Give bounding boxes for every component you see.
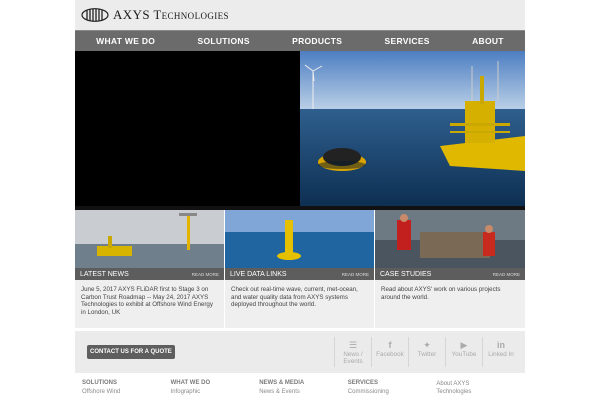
card-text: June 5, 2017 AXYS FLiDAR first to Stage … bbox=[81, 286, 213, 316]
social-twitter[interactable]: ✦ Twitter bbox=[408, 337, 445, 367]
footer-heading[interactable]: SERVICES bbox=[348, 380, 437, 386]
card-title: CASE STUDIES bbox=[380, 270, 432, 278]
card-image-latest-news bbox=[75, 210, 224, 268]
social-facebook[interactable]: f Facebook bbox=[371, 337, 408, 367]
hero-slider[interactable] bbox=[75, 51, 525, 206]
read-more-link[interactable]: READ MORE bbox=[342, 272, 369, 277]
card-header: CASE STUDIES READ MORE bbox=[375, 268, 525, 280]
card-header: LIVE DATA LINKS READ MORE bbox=[225, 268, 374, 280]
footer-heading[interactable]: NEWS & MEDIA bbox=[259, 380, 348, 386]
contact-bar: CONTACT US FOR A QUOTE ☰ News / Events f… bbox=[75, 328, 525, 373]
nav-item-solutions[interactable]: SOLUTIONS bbox=[198, 36, 250, 46]
nav-item-services[interactable]: SERVICES bbox=[385, 36, 430, 46]
nav-item-products[interactable]: PRODUCTS bbox=[292, 36, 342, 46]
card-case-studies[interactable]: CASE STUDIES READ MORE Read about AXYS' … bbox=[375, 210, 525, 328]
footer-col-services: SERVICES Commissioning bbox=[348, 380, 437, 402]
linkedin-icon: in bbox=[497, 340, 505, 350]
footer-link[interactable]: Technologies bbox=[436, 388, 525, 396]
footer-col-news-media: NEWS & MEDIA News & Events bbox=[259, 380, 348, 402]
read-more-link[interactable]: READ MORE bbox=[493, 272, 520, 277]
logo-mark-icon bbox=[81, 8, 109, 22]
footer-heading[interactable]: SOLUTIONS bbox=[82, 380, 171, 386]
footer: SOLUTIONS Offshore Wind WHAT WE DO Infog… bbox=[75, 373, 525, 402]
footer-link[interactable]: Commissioning bbox=[348, 388, 437, 396]
footer-col-solutions: SOLUTIONS Offshore Wind bbox=[82, 380, 171, 402]
page: AXYS Technologies WHAT WE DO SOLUTIONS P… bbox=[75, 0, 525, 402]
social-youtube[interactable]: ▶ YouTube bbox=[445, 337, 482, 367]
feature-cards: LATEST NEWS READ MORE June 5, 2017 AXYS … bbox=[75, 210, 525, 328]
header: AXYS Technologies bbox=[75, 0, 525, 30]
social-links: ☰ News / Events f Facebook ✦ Twitter ▶ Y… bbox=[334, 337, 519, 367]
card-text: Check out real-time wave, current, met-o… bbox=[231, 286, 358, 309]
twitter-icon: ✦ bbox=[423, 340, 431, 350]
contact-quote-button[interactable]: CONTACT US FOR A QUOTE bbox=[87, 345, 175, 359]
card-text: Read about AXYS' work on various project… bbox=[381, 286, 501, 301]
card-title: LIVE DATA LINKS bbox=[230, 270, 287, 278]
social-news-events[interactable]: ☰ News / Events bbox=[334, 337, 371, 367]
social-linkedin[interactable]: in Linked In bbox=[482, 337, 519, 367]
read-more-link[interactable]: READ MORE bbox=[192, 272, 219, 277]
footer-link[interactable]: Infographic bbox=[171, 388, 260, 396]
footer-col-what-we-do: WHAT WE DO Infographic bbox=[171, 380, 260, 402]
facebook-icon: f bbox=[388, 340, 392, 350]
nav-item-about[interactable]: ABOUT bbox=[472, 36, 504, 46]
logo-text: AXYS Technologies bbox=[113, 7, 229, 22]
footer-link[interactable]: Offshore Wind bbox=[82, 388, 171, 396]
card-image-live-data bbox=[225, 210, 374, 268]
footer-link[interactable]: About AXYS bbox=[436, 380, 525, 388]
hero-image bbox=[300, 51, 525, 206]
rss-icon: ☰ bbox=[348, 340, 358, 350]
card-latest-news[interactable]: LATEST NEWS READ MORE June 5, 2017 AXYS … bbox=[75, 210, 225, 328]
card-title: LATEST NEWS bbox=[80, 270, 129, 278]
footer-link[interactable]: News & Events bbox=[259, 388, 348, 396]
card-header: LATEST NEWS READ MORE bbox=[75, 268, 224, 280]
footer-col-about: About AXYS Technologies bbox=[436, 380, 525, 402]
main-nav: WHAT WE DO SOLUTIONS PRODUCTS SERVICES A… bbox=[75, 30, 525, 51]
hero-black-panel bbox=[75, 51, 300, 206]
youtube-icon: ▶ bbox=[460, 340, 468, 350]
logo[interactable]: AXYS Technologies bbox=[81, 7, 229, 23]
footer-heading[interactable]: WHAT WE DO bbox=[171, 380, 260, 386]
card-image-case-studies bbox=[375, 210, 525, 268]
nav-item-what-we-do[interactable]: WHAT WE DO bbox=[96, 36, 155, 46]
card-live-data-links[interactable]: LIVE DATA LINKS READ MORE Check out real… bbox=[225, 210, 375, 328]
